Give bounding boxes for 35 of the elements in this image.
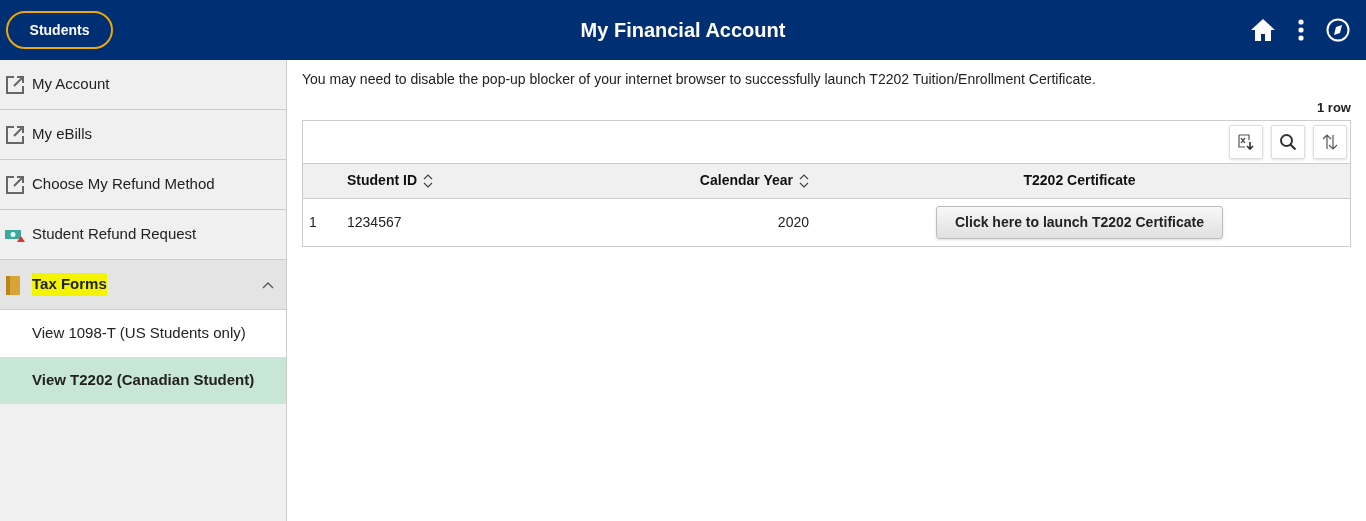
table-cell-text: 1234567 [347,212,403,232]
column-header: T2202 Certificate [1023,171,1136,190]
excel-download-button[interactable] [1229,124,1263,159]
external-link-icon [4,123,26,146]
sidebar-label: My Account [32,74,110,95]
sort-button[interactable] [1313,124,1347,159]
sidebar-label: Student Refund Request [32,224,197,245]
sidebar-label: Tax Forms [32,273,107,296]
folder-icon [4,273,22,296]
table-cell-text: 2020 [776,212,809,232]
popup-notice: You may need to disable the pop-up blocker of your internet browser to successfully launch T2202 Tuition/Enrollment Certificate. [302,70,1097,89]
students-button[interactable]: Students [6,11,113,49]
column-header[interactable]: Calendar Year [699,170,793,191]
sidebar-label: My eBills [32,124,92,145]
compass-icon[interactable] [1326,18,1350,42]
excel-icon [1237,132,1255,151]
external-link-icon [4,173,26,196]
launch-certificate-button[interactable]: Click here to launch T2202 Certificate [936,205,1223,239]
sort-icon[interactable] [423,173,433,188]
sidebar-subitem[interactable]: View 1098-T (US Students only) [0,310,286,357]
chevron-icon[interactable] [262,280,274,289]
page-title: My Financial Account [580,18,786,43]
search-icon [1279,132,1297,151]
external-link-icon [4,73,26,96]
sidebar-subitem[interactable]: View T2202 (Canadian Student) [0,357,286,404]
sort-icon[interactable] [799,173,809,188]
more-icon[interactable] [1298,19,1304,41]
sort-icon [1321,132,1339,151]
sidebar-label: Choose My Refund Method [32,174,215,195]
search-button[interactable] [1271,124,1305,159]
home-icon[interactable] [1250,18,1276,42]
column-header[interactable]: Student ID [347,170,417,191]
table-cell-text: 1 [308,212,318,232]
sidebar-group[interactable]: Tax Forms [0,260,286,310]
row-count: 1 row [1317,99,1351,117]
